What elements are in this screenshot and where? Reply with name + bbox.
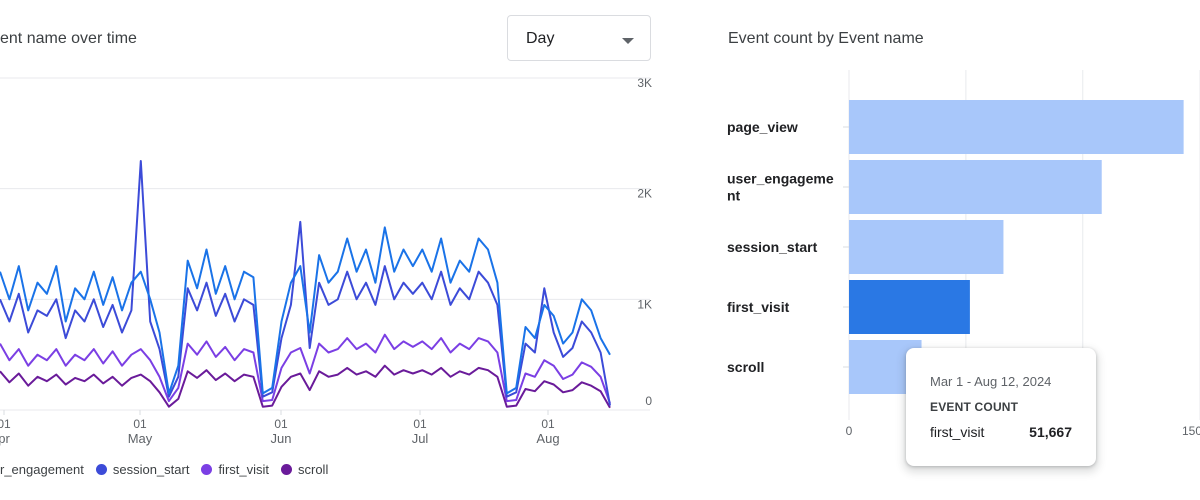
bar-category-label-line: user_engageme — [727, 171, 834, 187]
x-tick-day-label: 01 — [541, 417, 555, 431]
bar-category-label-line: page_view — [727, 119, 798, 135]
x-tick-month-label: Aug — [536, 431, 559, 446]
legend-item-session-start[interactable]: session_start — [95, 462, 190, 477]
granularity-select-value: Day — [526, 30, 555, 47]
legend-scroll-label: scroll — [298, 462, 329, 477]
bar-session-start — [849, 220, 1004, 274]
legend-first-visit-label: first_visit — [218, 462, 269, 477]
y-tick-label: 3K — [637, 76, 652, 90]
x-tick-month-label: May — [128, 431, 153, 446]
tooltip-date-range: Mar 1 - Aug 12, 2024 — [930, 374, 1052, 389]
legend-item-user-engagement[interactable]: r_engagement — [0, 462, 84, 477]
y-tick-label: 2K — [637, 187, 652, 201]
bar-category-label-line: session_start — [727, 239, 818, 255]
bar-category-label-line: first_visit — [727, 299, 790, 315]
x-tick-day-label: 01 — [274, 417, 288, 431]
legend-item-scroll[interactable]: scroll — [281, 462, 328, 477]
bar-user-engagement — [849, 160, 1102, 214]
x-tick-label: 150 — [1182, 424, 1200, 438]
tooltip-event-value: 51,667 — [1029, 424, 1072, 440]
x-tick-day-label: 01 — [133, 417, 147, 431]
bar-category-label: page_view — [727, 119, 798, 135]
legend-dot-icon — [201, 464, 213, 475]
y-tick-label: 1K — [637, 297, 652, 311]
chart-tooltip: Mar 1 - Aug 12, 2024 EVENT COUNT first_v… — [906, 348, 1096, 466]
bar-first-visit — [849, 280, 970, 334]
x-tick-month-label: pr — [0, 431, 10, 446]
tooltip-event-name: first_visit — [930, 424, 985, 440]
bar-page-view — [849, 100, 1184, 154]
x-tick-day-label: 01 — [413, 417, 427, 431]
bar-category-label: first_visit — [727, 299, 790, 315]
y-tick-label: 0 — [645, 394, 652, 408]
line-chart-title: ent name over time — [0, 30, 137, 47]
bar-category-label-line: scroll — [727, 359, 764, 375]
bar-category-label: session_start — [727, 239, 818, 255]
legend-dot-icon — [95, 464, 107, 475]
line-series-user-engagement — [0, 226, 611, 395]
bar-chart-title: Event count by Event name — [728, 30, 924, 47]
x-tick-month-label: Jun — [271, 431, 292, 446]
legend-session-start-label: session_start — [112, 462, 190, 477]
chevron-down-icon — [622, 38, 634, 44]
line-chart[interactable]: 3K2K1K001pr01May01Jun01Jul01Aug — [0, 70, 660, 455]
legend-item-first-visit[interactable]: first_visit — [201, 462, 269, 477]
bar-category-label: scroll — [727, 359, 764, 375]
x-tick-day-label: 01 — [0, 417, 11, 431]
line-chart-legend: r_engagement session_start first_visit s… — [0, 462, 340, 477]
x-tick-month-label: Jul — [412, 431, 429, 446]
legend-user-engagement-label: r_engagement — [0, 462, 84, 477]
bar-category-label-line: nt — [727, 188, 741, 204]
granularity-select[interactable]: Day — [507, 15, 651, 61]
bar-category-label: user_engageme nt — [727, 171, 834, 204]
tooltip-metric-label: EVENT COUNT — [930, 400, 1019, 414]
legend-dot-icon — [281, 464, 292, 475]
x-tick-label: 0 — [846, 424, 853, 438]
